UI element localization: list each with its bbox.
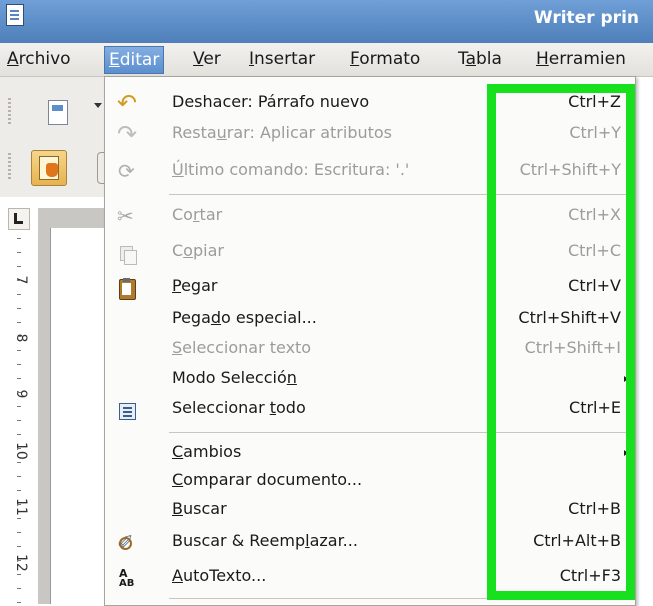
menu-archivo[interactable]: Archivo <box>7 49 71 69</box>
ruler-number: 12 <box>13 554 29 572</box>
toolbar-grip[interactable] <box>8 153 11 179</box>
left-tab-icon <box>14 213 23 224</box>
ruler-tick <box>17 490 21 491</box>
find-replace-icon <box>117 530 137 554</box>
ruler-tick <box>17 588 21 589</box>
chevron-down-icon[interactable] <box>94 103 102 108</box>
menu-item-redo[interactable]: Restaurar: Aplicar atributos Ctrl+Y <box>105 120 635 150</box>
menu-insertar[interactable]: Insertar <box>249 49 315 69</box>
ruler-tick <box>17 238 21 239</box>
shortcut: Ctrl+Shift+Y <box>519 160 621 179</box>
ruler-tick <box>17 462 21 463</box>
shortcut: Ctrl+B <box>568 499 621 518</box>
shortcut: Ctrl+C <box>567 241 621 260</box>
shortcut: Ctrl+F3 <box>559 566 621 585</box>
ruler-number: 7 <box>13 275 29 285</box>
autotext-icon: A AB <box>119 567 135 589</box>
ruler-tick <box>17 574 21 575</box>
new-document-icon <box>48 100 68 125</box>
new-document-button[interactable] <box>40 95 74 129</box>
menu-ver[interactable]: Ver <box>193 49 221 69</box>
menu-herramientas[interactable]: Herramien <box>536 49 626 69</box>
menu-item-paste-special[interactable]: Pegado especial... Ctrl+Shift+V <box>105 305 635 335</box>
menu-item-paste[interactable]: Pegar Ctrl+V <box>105 273 635 303</box>
ruler-tick <box>17 280 21 281</box>
ruler-tick <box>17 392 21 393</box>
ruler-number: 10 <box>13 442 29 460</box>
vertical-ruler[interactable]: 7 8 9 10 11 12 <box>4 232 39 604</box>
ruler-number: 11 <box>13 498 29 516</box>
window-title: Writer prin <box>533 8 639 28</box>
menu-item-select-all[interactable]: Seleccionar todo Ctrl+E <box>105 395 635 425</box>
submenu-arrow-icon <box>624 450 628 456</box>
ruler-tick <box>17 434 21 435</box>
menu-tabla[interactable]: Tabla <box>458 49 502 69</box>
undo-icon <box>117 89 137 117</box>
shortcut: Ctrl+Alt+B <box>533 531 621 550</box>
menu-item-select-text[interactable]: Seleccionar texto Ctrl+Shift+I <box>105 335 635 365</box>
ruler-tick <box>17 560 21 561</box>
menu-item-autotext[interactable]: A AB AutoTexto... Ctrl+F3 <box>105 563 635 593</box>
menu-item-compare-document[interactable]: Comparar documento... <box>105 467 635 497</box>
copy-icon <box>117 244 137 265</box>
menu-editar[interactable]: Editar <box>104 46 165 74</box>
menu-formato[interactable]: Formato <box>350 49 420 69</box>
ruler-tick <box>17 336 21 337</box>
ruler-tick <box>17 350 21 351</box>
ruler-tick <box>17 518 21 519</box>
select-all-icon <box>117 401 137 421</box>
ruler-tick <box>17 252 21 253</box>
menu-item-undo[interactable]: Deshacer: Párrafo nuevo Ctrl+Z <box>105 89 635 119</box>
toolbar-grip[interactable] <box>8 98 11 124</box>
ruler-tick <box>17 266 21 267</box>
menu-separator <box>169 194 629 195</box>
ruler-tick <box>17 378 21 379</box>
menu-item-copy[interactable]: Copiar Ctrl+C <box>105 238 635 268</box>
title-bar: Writer prin <box>0 0 653 43</box>
ruler-tick <box>17 504 21 505</box>
menu-item-repeat[interactable]: Último comando: Escritura: '.' Ctrl+Shif… <box>105 157 635 187</box>
redo-icon <box>117 120 137 148</box>
menu-item-changes[interactable]: Cambios <box>105 439 635 469</box>
shortcut: Ctrl+Z <box>568 92 621 111</box>
submenu-arrow-icon <box>624 376 628 382</box>
ruler-tick <box>17 420 21 421</box>
ruler-tick <box>17 546 21 547</box>
menu-item-find-replace[interactable]: Buscar & Reemplazar... Ctrl+Alt+B <box>105 528 635 558</box>
shortcut: Ctrl+Shift+I <box>524 338 621 357</box>
edit-menu: Deshacer: Párrafo nuevo Ctrl+Z Restaurar… <box>104 76 636 606</box>
tab-stop-selector[interactable] <box>8 208 30 230</box>
selection-mode-button[interactable] <box>31 150 67 186</box>
menu-item-selection-mode[interactable]: Modo Selección <box>105 365 635 395</box>
menu-separator <box>169 598 629 599</box>
menu-item-cut[interactable]: Cortar Ctrl+X <box>105 202 635 232</box>
ruler-number: 8 <box>13 333 29 343</box>
menu-bar: Archivo Editar Ver Insertar Formato Tabl… <box>0 43 653 77</box>
ruler-tick <box>17 294 21 295</box>
ruler-tick <box>17 364 21 365</box>
ruler-tick <box>17 602 21 603</box>
shortcut: Ctrl+V <box>568 276 621 295</box>
shortcut: Ctrl+Shift+V <box>518 308 621 327</box>
ruler-tick <box>17 448 21 449</box>
ruler-number: 9 <box>13 389 29 399</box>
shortcut: Ctrl+Y <box>569 123 621 142</box>
menu-item-find[interactable]: Buscar Ctrl+B <box>105 496 635 526</box>
writer-app-icon <box>6 4 24 26</box>
ruler-tick <box>17 476 21 477</box>
scissors-icon <box>117 204 137 228</box>
shortcut: Ctrl+X <box>568 205 621 224</box>
paste-icon <box>117 278 137 300</box>
ruler-tick <box>17 406 21 407</box>
menu-separator <box>169 432 629 433</box>
repeat-icon <box>117 159 137 183</box>
document-page[interactable] <box>50 228 111 604</box>
ruler-tick <box>17 308 21 309</box>
ruler-tick <box>17 532 21 533</box>
ruler-tick <box>17 322 21 323</box>
hand-icon <box>46 163 58 177</box>
shortcut: Ctrl+E <box>569 398 621 417</box>
